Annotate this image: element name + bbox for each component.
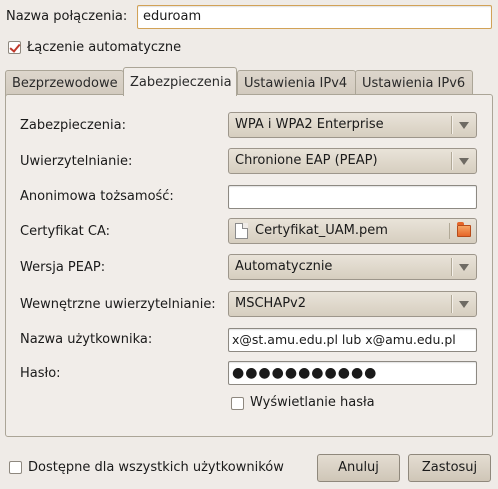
tab-ipv6[interactable]: Ustawienia IPv6 [355, 70, 473, 97]
folder-icon [457, 222, 471, 237]
security-combo[interactable]: WPA i WPA2 Enterprise [228, 112, 477, 138]
password-label: Hasło: [20, 366, 61, 381]
tab-bezprzewodowe[interactable]: Bezprzewodowe [5, 70, 124, 97]
chevron-down-icon [459, 264, 469, 271]
ca-cert-file-chooser[interactable]: Certyfikat_UAM.pem [228, 218, 477, 244]
peap-version-value: Automatycznie [235, 259, 333, 274]
combo-separator [451, 258, 452, 276]
connection-name-label: Nazwa połączenia: [6, 9, 128, 24]
apply-button[interactable]: Zastosuj [408, 454, 491, 482]
picker-separator [449, 223, 450, 239]
connection-name-input[interactable]: eduroam [137, 5, 492, 29]
show-password-label: Wyświetlanie hasła [250, 395, 375, 410]
chevron-down-icon [459, 158, 469, 165]
inner-auth-combo[interactable]: MSCHAPv2 [228, 291, 477, 317]
tab-zabezpieczenia[interactable]: Zabezpieczenia [123, 67, 237, 96]
show-password-checkbox[interactable] [231, 397, 244, 410]
all-users-checkbox[interactable] [9, 461, 22, 474]
inner-auth-label: Wewnętrzne uwierzytelnianie: [20, 297, 216, 312]
auth-label: Uwierzytelnianie: [20, 154, 133, 169]
username-input[interactable]: x@st.amu.edu.pl lub x@amu.edu.pl [228, 328, 477, 352]
anon-identity-label: Anonimowa tożsamość: [20, 189, 174, 204]
peap-version-label: Wersja PEAP: [20, 260, 106, 275]
security-label: Zabezpieczenia: [20, 118, 126, 133]
inner-auth-value: MSCHAPv2 [235, 296, 307, 311]
combo-separator [451, 116, 452, 134]
combo-separator [451, 152, 452, 170]
anon-identity-input[interactable] [228, 185, 477, 209]
ca-cert-filename: Certyfikat_UAM.pem [255, 223, 388, 238]
chevron-down-icon [459, 301, 469, 308]
auth-combo[interactable]: Chronione EAP (PEAP) [228, 148, 477, 174]
tab-ipv4[interactable]: Ustawienia IPv4 [237, 70, 356, 97]
chevron-down-icon [459, 122, 469, 129]
peap-version-combo[interactable]: Automatycznie [228, 254, 477, 280]
combo-separator [451, 295, 452, 313]
auto-connect-label: Łączenie automatyczne [27, 40, 182, 55]
all-users-label: Dostępne dla wszystkich użytkowników [28, 460, 284, 475]
password-input[interactable]: ●●●●●●●●●●● [228, 361, 477, 385]
cancel-button[interactable]: Anuluj [317, 454, 400, 482]
security-combo-value: WPA i WPA2 Enterprise [235, 117, 384, 132]
file-icon [235, 223, 248, 239]
auth-combo-value: Chronione EAP (PEAP) [235, 153, 378, 168]
username-label: Nazwa użytkownika: [20, 332, 153, 347]
ca-cert-label: Certyfikat CA: [20, 224, 111, 239]
auto-connect-checkbox[interactable] [8, 41, 21, 54]
